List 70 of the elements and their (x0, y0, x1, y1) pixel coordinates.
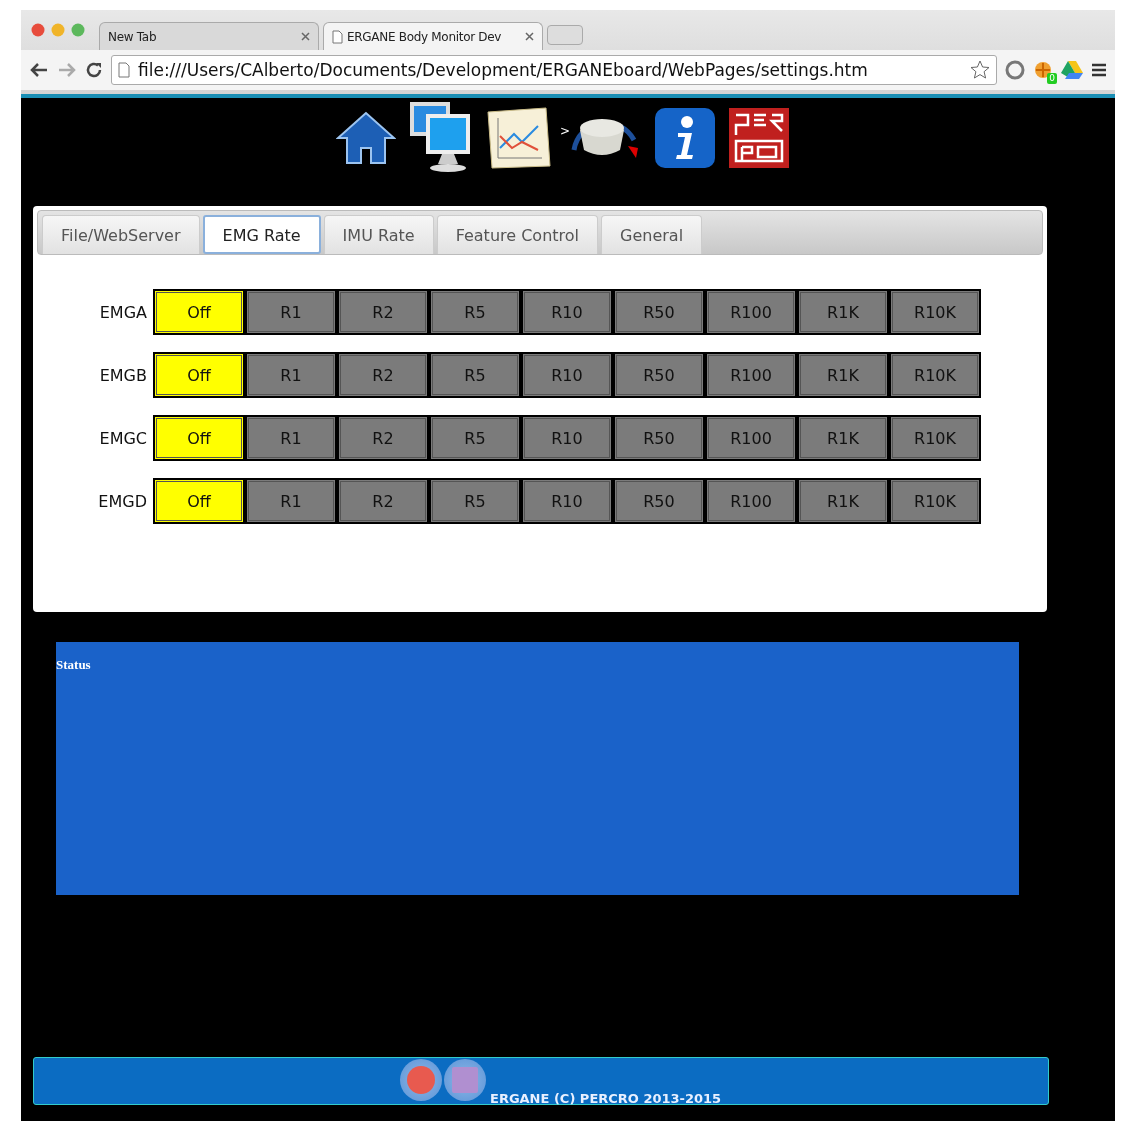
rate-option-button[interactable]: R1K (797, 352, 889, 398)
rate-option-button[interactable]: R5 (429, 415, 521, 461)
stop-icon (451, 1066, 479, 1094)
rate-option-button[interactable]: R10K (889, 415, 981, 461)
window-control-icon[interactable] (31, 23, 45, 37)
rate-option-button[interactable]: R50 (613, 478, 705, 524)
rate-option-button[interactable]: R10 (521, 478, 613, 524)
rate-option-button[interactable]: R10K (889, 289, 981, 335)
rate-option-button[interactable]: R50 (613, 352, 705, 398)
page-icon (118, 62, 130, 78)
back-icon[interactable] (29, 62, 49, 78)
rate-option-button[interactable]: Off (153, 289, 245, 335)
rate-option-button[interactable]: R5 (429, 352, 521, 398)
logo-icon[interactable] (728, 107, 791, 169)
rate-option-button[interactable]: R100 (705, 289, 797, 335)
settings-tab[interactable]: File/WebServer (42, 215, 200, 254)
rate-option-button[interactable]: R50 (613, 415, 705, 461)
rate-option-button[interactable]: R100 (705, 352, 797, 398)
browser-tab[interactable]: ERGANE Body Monitor Dev (323, 22, 543, 50)
rate-option-button[interactable]: R10 (521, 352, 613, 398)
rate-option-button[interactable]: R10K (889, 478, 981, 524)
drive-icon[interactable] (1061, 60, 1083, 80)
rate-option-button[interactable]: R1 (245, 415, 337, 461)
channel-label: EMGD (97, 491, 148, 511)
close-icon[interactable] (301, 32, 310, 41)
extension-icon[interactable] (1033, 60, 1053, 80)
rate-option-button[interactable]: R2 (337, 478, 429, 524)
info-icon[interactable] (654, 107, 717, 169)
rate-option-button[interactable]: Off (153, 478, 245, 524)
channel-label: EMGA (98, 302, 148, 322)
rate-option-button[interactable]: R1 (245, 478, 337, 524)
page-icon (332, 29, 343, 44)
channel-label: EMGB (98, 365, 148, 385)
rate-option-button[interactable]: R2 (337, 289, 429, 335)
rate-option-button[interactable]: R1K (797, 289, 889, 335)
settings-tab[interactable]: IMU Rate (323, 215, 434, 254)
settings-tab[interactable]: EMG Rate (202, 215, 321, 254)
address-field[interactable]: file:///Users/CAlberto/Documents/Development/ERGANEboard/WebPages/settings.htm (111, 55, 997, 85)
channel-label: EMGC (98, 428, 148, 448)
rate-option-button[interactable]: R1 (245, 289, 337, 335)
rate-option-button[interactable]: R2 (337, 415, 429, 461)
browser-tab[interactable]: New Tab (99, 22, 319, 50)
rate-option-button[interactable]: Off (153, 352, 245, 398)
record-icon (406, 1065, 436, 1095)
rate-option-button[interactable]: R50 (613, 289, 705, 335)
rate-option-button[interactable]: R5 (429, 289, 521, 335)
rate-option-button[interactable]: R1 (245, 352, 337, 398)
rate-option-button[interactable]: R100 (705, 478, 797, 524)
copyright-text: ERGANE (C) PERCRO 2013-2015 (490, 1091, 722, 1106)
settings-tab[interactable]: Feature Control (436, 215, 598, 254)
settings-tab[interactable]: General (601, 215, 703, 254)
rate-option-button[interactable]: R10 (521, 415, 613, 461)
menu-icon[interactable] (1091, 63, 1107, 77)
status-title: Status (56, 657, 91, 672)
close-icon[interactable] (525, 32, 534, 41)
star-icon[interactable] (970, 60, 990, 80)
rate-option-button[interactable]: Off (153, 415, 245, 461)
rate-option-button[interactable]: R1K (797, 415, 889, 461)
rate-option-button[interactable]: R2 (337, 352, 429, 398)
rate-option-button[interactable]: R10 (521, 289, 613, 335)
rate-option-button[interactable]: R100 (705, 415, 797, 461)
badge-count: 0 (1047, 73, 1057, 84)
home-icon[interactable] (335, 110, 396, 166)
chart-icon[interactable] (485, 106, 554, 170)
rate-option-button[interactable]: R5 (429, 478, 521, 524)
rate-option-button[interactable]: R1K (797, 478, 889, 524)
extension-icon[interactable] (1005, 60, 1025, 80)
reload-icon[interactable] (85, 61, 103, 79)
rate-option-button[interactable]: R10K (889, 352, 981, 398)
arrow-text: > (559, 124, 571, 138)
